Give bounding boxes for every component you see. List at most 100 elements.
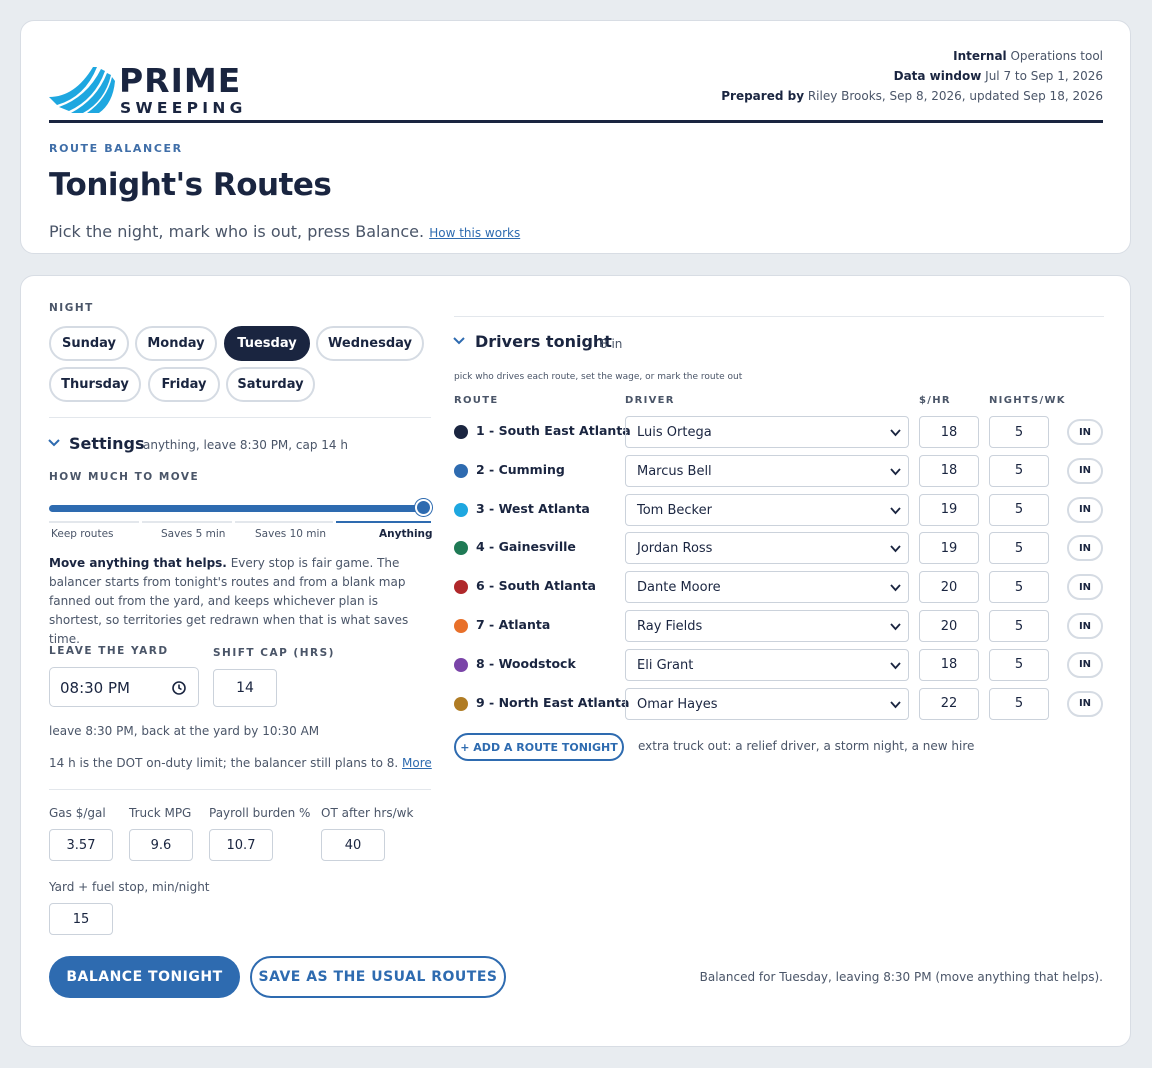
day-button-monday[interactable]: Monday	[135, 326, 217, 361]
route-color-dot	[454, 502, 468, 517]
wage-input[interactable]: 20	[919, 610, 979, 642]
nights-input[interactable]: 5	[989, 532, 1049, 565]
wage-input[interactable]: 18	[919, 648, 979, 681]
route-color-dot	[454, 425, 468, 439]
move-tick-10min[interactable]: Saves 10 min	[255, 528, 326, 540]
nights-input[interactable]: 5	[989, 416, 1049, 448]
wage-input[interactable]: 20	[919, 571, 979, 604]
shift-cap-input[interactable]: 14	[213, 669, 277, 707]
main-card: NIGHT Sunday Monday Tuesday Wednesday Th…	[20, 275, 1131, 1047]
col-header-wage: $/HR	[919, 395, 951, 406]
route-name: 2 - Cumming	[476, 461, 565, 477]
driver-select[interactable]: Dante Moore	[625, 571, 909, 604]
chevron-down-icon[interactable]	[47, 436, 61, 450]
move-slider-track[interactable]	[49, 505, 430, 512]
nights-input[interactable]: 5	[989, 571, 1049, 604]
drivers-title[interactable]: Drivers tonight	[475, 332, 612, 351]
settings-title[interactable]: Settings	[69, 434, 145, 453]
save-usual-routes-button[interactable]: SAVE AS THE USUAL ROUTES	[250, 956, 506, 998]
chevron-down-icon	[890, 506, 901, 514]
day-button-friday[interactable]: Friday	[148, 367, 220, 402]
route-status-toggle[interactable]: IN	[1067, 457, 1103, 484]
day-button-wednesday[interactable]: Wednesday	[316, 326, 424, 361]
route-color-dot	[454, 463, 468, 478]
driver-select[interactable]: Jordan Ross	[625, 532, 909, 565]
brand-logo[interactable]: PRIME SWEEPING	[49, 43, 249, 118]
move-tick-anything[interactable]: Anything	[379, 528, 433, 540]
day-button-saturday[interactable]: Saturday	[226, 367, 315, 402]
route-status-toggle[interactable]: IN	[1067, 613, 1103, 639]
wage-input[interactable]: 22	[919, 687, 979, 720]
dot-more-link[interactable]: More	[402, 756, 432, 770]
route-status-toggle[interactable]: IN	[1067, 496, 1103, 523]
route-status-toggle[interactable]: IN	[1067, 419, 1103, 445]
driver-select[interactable]: Ray Fields	[625, 610, 909, 642]
chevron-down-icon	[890, 429, 901, 437]
meta-internal-label: Internal	[953, 49, 1007, 63]
day-button-thursday[interactable]: Thursday	[49, 367, 141, 402]
driver-select-value: Omar Hayes	[637, 696, 718, 712]
wage-input[interactable]: 19	[919, 532, 979, 565]
add-route-button[interactable]: + ADD A ROUTE TONIGHT	[454, 733, 624, 761]
leave-time-input[interactable]: 08:30 PM	[49, 667, 199, 707]
nights-input[interactable]: 5	[989, 648, 1049, 681]
wage-input[interactable]: 18	[919, 416, 979, 448]
route-name: 4 - Gainesville	[476, 539, 576, 555]
back-at-yard-note: leave 8:30 PM, back at the yard by 10:30…	[49, 724, 320, 738]
table-row: 2 - Cumming Marcus Bell 18 5 IN	[454, 454, 1104, 487]
nights-input[interactable]: 5	[989, 687, 1049, 720]
subtitle-text: Pick the night, mark who is out, press B…	[49, 222, 425, 241]
meta-internal-value: Operations tool	[1006, 49, 1103, 63]
ot-label: OT after hrs/wk	[321, 806, 414, 820]
settings-summary: anything, leave 8:30 PM, cap 14 h	[143, 438, 348, 452]
driver-select[interactable]: Tom Becker	[625, 493, 909, 526]
col-header-route: ROUTE	[454, 395, 499, 406]
wage-input[interactable]: 18	[919, 454, 979, 487]
table-row: 3 - West Atlanta Tom Becker 19 5 IN	[454, 493, 1104, 526]
route-name: 3 - West Atlanta	[476, 500, 590, 516]
route-color-dot	[454, 580, 468, 595]
drivers-count: 8 in	[600, 337, 623, 351]
route-status-toggle[interactable]: IN	[1067, 574, 1103, 601]
page-eyebrow: ROUTE BALANCER	[49, 142, 183, 155]
route-status-toggle[interactable]: IN	[1067, 651, 1103, 678]
nights-input[interactable]: 5	[989, 610, 1049, 642]
burden-input[interactable]: 10.7	[209, 829, 273, 861]
driver-select[interactable]: Omar Hayes	[625, 687, 909, 720]
divider	[49, 789, 431, 790]
driver-select-value: Jordan Ross	[637, 541, 713, 557]
driver-select[interactable]: Marcus Bell	[625, 454, 909, 487]
dot-limit-note: 14 h is the DOT on-duty limit; the balan…	[49, 756, 432, 770]
chevron-down-icon	[890, 623, 901, 631]
table-row: 7 - Atlanta Ray Fields 20 5 IN	[454, 610, 1104, 642]
how-this-works-link[interactable]: How this works	[429, 226, 520, 240]
move-slider-thumb[interactable]	[415, 499, 432, 516]
leave-time-value: 08:30 PM	[60, 679, 130, 697]
route-status-toggle[interactable]: IN	[1067, 690, 1103, 717]
wage-input[interactable]: 19	[919, 493, 979, 526]
route-status-toggle[interactable]: IN	[1067, 535, 1103, 562]
day-button-sunday[interactable]: Sunday	[49, 326, 129, 361]
logo-text-sweeping: SWEEPING	[120, 99, 247, 117]
mpg-input[interactable]: 9.6	[129, 829, 193, 861]
tick-segment	[49, 521, 139, 523]
meta-prepared-value: Riley Brooks, Sep 8, 2026, updated Sep 1…	[804, 89, 1103, 103]
ot-input[interactable]: 40	[321, 829, 385, 861]
balance-tonight-button[interactable]: BALANCE TONIGHT	[49, 956, 240, 998]
move-tick-5min[interactable]: Saves 5 min	[161, 528, 225, 540]
clock-icon[interactable]	[171, 680, 187, 696]
driver-select-value: Ray Fields	[637, 619, 703, 634]
move-tick-keep[interactable]: Keep routes	[51, 528, 114, 540]
nights-input[interactable]: 5	[989, 454, 1049, 487]
day-button-tuesday[interactable]: Tuesday	[224, 326, 310, 361]
driver-select[interactable]: Eli Grant	[625, 648, 909, 681]
route-color-dot	[454, 657, 468, 672]
nights-input[interactable]: 5	[989, 493, 1049, 526]
driver-select[interactable]: Luis Ortega	[625, 416, 909, 448]
move-label: HOW MUCH TO MOVE	[49, 471, 200, 483]
chevron-down-icon[interactable]	[452, 334, 466, 348]
meta-window-label: Data window	[893, 69, 982, 83]
chevron-down-icon	[890, 584, 901, 592]
yard-fuel-input[interactable]: 15	[49, 903, 113, 935]
gas-input[interactable]: 3.57	[49, 829, 113, 861]
